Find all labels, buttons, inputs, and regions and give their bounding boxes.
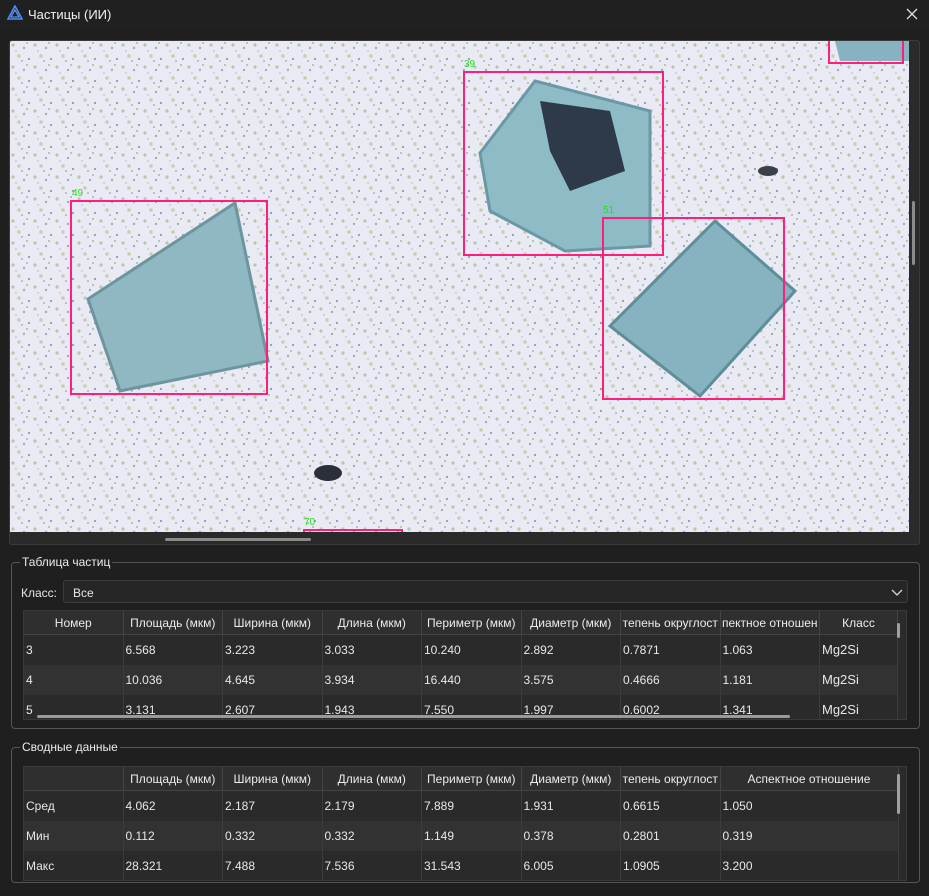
particle-table-vscroll-thumb[interactable] [897,623,900,638]
table-cell: 0.6615 [621,791,721,821]
column-header[interactable]: Номер [24,611,124,635]
chevron-down-icon [891,589,903,596]
table-cell: 10.036 [124,665,223,695]
table-cell: 1.149 [422,821,522,851]
microscope-image-canvas: 39 49 51 70 [10,41,910,534]
detection-label-39: 39 [464,59,476,70]
detection-label-51: 51 [603,205,615,216]
class-filter-label: Класс: [21,586,57,600]
viewer-vertical-scrollbar[interactable] [909,41,917,534]
particle-table-header: Номер Площадь (мкм) Ширина (мкм) Длина (… [24,611,898,635]
dark-particle [758,166,778,176]
class-filter-select[interactable]: Все [63,580,908,603]
detection-label-70: 70 [304,517,316,528]
table-cell: 3.934 [323,665,422,695]
table-cell: 28.321 [124,851,223,880]
viewer-horizontal-scrollbar[interactable] [10,532,910,544]
table-cell: 6.005 [522,851,621,880]
column-header[interactable]: Площадь (мкм) [124,767,223,791]
table-cell: 2.179 [323,791,422,821]
summary-row[interactable]: Сред 4.062 2.187 2.179 7.889 1.931 0.661… [24,791,899,821]
summary-row[interactable]: Макс 28.321 7.488 7.536 31.543 6.005 1.0… [24,851,899,880]
summary-row[interactable]: Мин 0.112 0.332 0.332 1.149 0.378 0.2801… [24,821,899,851]
column-header[interactable]: Диаметр (мкм) [522,767,621,791]
column-header[interactable]: тепень округлост [621,767,721,791]
table-cell: 7.488 [223,851,323,880]
table-cell: 0.4666 [621,665,721,695]
particle-table-title: Таблица частиц [20,555,113,569]
table-cell: 6.568 [124,635,223,665]
summary-table-header: Площадь (мкм) Ширина (мкм) Длина (мкм) П… [24,767,899,791]
column-header[interactable]: Длина (мкм) [323,611,422,635]
summary-table-vscroll-thumb[interactable] [897,774,900,814]
column-header[interactable]: пектное отношен [721,611,820,635]
column-header[interactable]: Периметр (мкм) [422,611,522,635]
table-cell: 4.645 [223,665,323,695]
table-cell: Mg2Si [820,695,898,719]
table-cell: 0.332 [323,821,422,851]
particle-table-hscroll-thumb[interactable] [37,715,790,718]
column-header[interactable]: Диаметр (мкм) [522,611,621,635]
crystal-edge [835,41,910,61]
detection-label-49: 49 [72,188,84,199]
table-cell: 3.223 [223,635,323,665]
table-row[interactable]: 3 6.568 3.223 3.033 10.240 2.892 0.7871 … [24,635,898,665]
column-header[interactable]: Ширина (мкм) [223,767,323,791]
table-cell: 10.240 [422,635,522,665]
table-cell: 2.187 [223,791,323,821]
particle-table-group: Таблица частиц Класс: Все Номер Площадь … [11,555,920,729]
table-cell: 3.575 [522,665,621,695]
column-header[interactable]: Длина (мкм) [323,767,422,791]
viewer-hscroll-thumb[interactable] [165,538,311,541]
table-cell: Mg2Si [820,665,898,695]
table-cell: 31.543 [422,851,522,880]
table-cell: 2.892 [522,635,621,665]
microscope-image[interactable]: 39 49 51 70 [10,41,910,534]
column-header[interactable]: Аспектное отношение [721,767,899,791]
table-cell: 3.200 [721,851,899,880]
column-header[interactable]: Ширина (мкм) [223,611,323,635]
window-title: Частицы (ИИ) [28,7,112,22]
table-cell: 4.062 [124,791,223,821]
summary-title: Сводные данные [20,740,120,754]
summary-row-label: Мин [24,821,124,851]
column-header[interactable]: Периметр (мкм) [422,767,522,791]
table-cell: 0.332 [223,821,323,851]
title-bar: Частицы (ИИ) [0,0,929,28]
summary-table[interactable]: Площадь (мкм) Ширина (мкм) Длина (мкм) П… [23,766,907,881]
table-cell: 3.033 [323,635,422,665]
table-cell: 1.050 [721,791,899,821]
viewer-vscroll-thumb[interactable] [912,201,915,265]
table-cell: 0.378 [522,821,621,851]
image-viewer[interactable]: 39 49 51 70 [9,40,920,545]
table-cell: 0.7871 [621,635,721,665]
particle-table[interactable]: Номер Площадь (мкм) Ширина (мкм) Длина (… [23,610,907,720]
table-cell: 4 [24,665,124,695]
table-row[interactable]: 4 10.036 4.645 3.934 16.440 3.575 0.4666… [24,665,898,695]
table-cell: 1.931 [522,791,621,821]
column-header [24,767,124,791]
close-icon[interactable] [901,3,923,25]
table-cell: 0.319 [721,821,899,851]
table-cell: 3 [24,635,124,665]
column-header[interactable]: Класс [820,611,898,635]
table-cell: 7.889 [422,791,522,821]
column-header[interactable]: тепень округлост [621,611,721,635]
app-logo-icon [7,5,23,20]
table-cell: 1.181 [721,665,820,695]
table-cell: 7.536 [323,851,422,880]
table-cell: 1.0905 [621,851,721,880]
table-cell: 0.2801 [621,821,721,851]
class-filter-value: Все [73,586,94,600]
summary-row-label: Макс [24,851,124,880]
summary-group: Сводные данные Площадь (мкм) Ширина (мкм… [11,740,920,883]
table-cell: 0.112 [124,821,223,851]
table-cell: 16.440 [422,665,522,695]
table-cell: 1.063 [721,635,820,665]
column-header[interactable]: Площадь (мкм) [124,611,223,635]
summary-row-label: Сред [24,791,124,821]
dark-particle [314,465,342,481]
table-cell: Mg2Si [820,635,898,665]
